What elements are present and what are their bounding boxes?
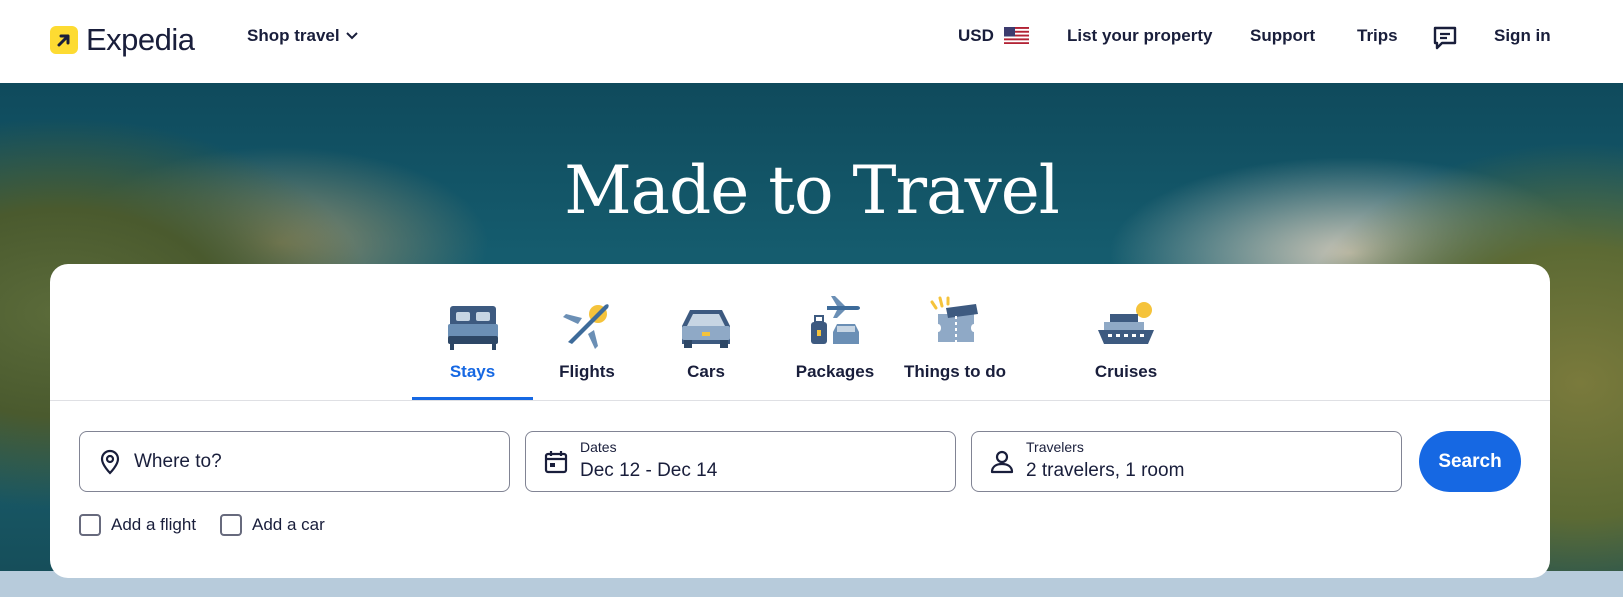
active-tab-indicator <box>412 397 533 400</box>
add-flight-label: Add a flight <box>111 515 197 534</box>
currency-selector[interactable]: USD <box>958 26 1029 46</box>
tab-cars[interactable]: Cars <box>656 286 756 382</box>
dates-value: Dec 12 - Dec 14 <box>580 460 718 481</box>
tab-stays[interactable]: Stays <box>412 286 533 382</box>
travelers-value: 2 travelers, 1 room <box>1026 460 1185 481</box>
tab-label: Cars <box>687 362 725 381</box>
ticket-icon <box>904 286 1004 350</box>
tab-label: Things to do <box>904 362 1006 381</box>
packages-icon <box>770 286 900 350</box>
location-pin-icon <box>100 449 120 475</box>
tab-cruises[interactable]: Cruises <box>1076 286 1176 382</box>
site-header: Expedia Shop travel USD List your proper… <box>0 0 1623 83</box>
calendar-icon <box>544 451 568 474</box>
tab-label: Stays <box>449 362 496 381</box>
tab-label: Flights <box>559 362 615 381</box>
tab-flights[interactable]: Flights <box>537 286 637 382</box>
tab-things-to-do[interactable]: Things to do <box>904 286 1006 382</box>
list-your-property-link[interactable]: List your property <box>1067 26 1212 46</box>
add-flight-checkbox[interactable]: Add a flight <box>79 514 196 536</box>
add-car-label: Add a car <box>252 515 325 534</box>
bed-icon <box>412 286 533 350</box>
messages-button[interactable] <box>1431 24 1459 57</box>
destination-field[interactable]: Where to? <box>79 431 510 492</box>
expedia-logo[interactable]: Expedia <box>50 22 195 58</box>
add-car-checkbox[interactable]: Add a car <box>220 514 325 536</box>
currency-label: USD <box>958 26 994 45</box>
search-button[interactable]: Search <box>1419 431 1521 492</box>
dates-label: Dates <box>580 439 617 455</box>
search-card: Stays Flights Cars Packages Things to do… <box>50 264 1550 578</box>
chevron-down-icon <box>345 32 358 40</box>
airplane-icon <box>537 286 637 350</box>
dates-field[interactable]: Dates Dec 12 - Dec 14 <box>525 431 956 492</box>
sign-in-link[interactable]: Sign in <box>1494 26 1551 46</box>
checkbox-box[interactable] <box>220 514 242 536</box>
logo-text: Expedia <box>86 22 195 57</box>
trips-link[interactable]: Trips <box>1357 26 1398 46</box>
us-flag-icon <box>1003 27 1029 44</box>
cruise-ship-icon <box>1076 286 1176 350</box>
tab-label: Packages <box>795 362 875 381</box>
tab-packages[interactable]: Packages <box>770 286 900 382</box>
person-icon <box>990 450 1014 474</box>
logo-arrow-icon <box>50 26 78 54</box>
checkbox-box[interactable] <box>79 514 101 536</box>
shop-travel-label: Shop travel <box>247 26 340 45</box>
travelers-label: Travelers <box>1026 439 1084 455</box>
shop-travel-menu[interactable]: Shop travel <box>247 26 358 46</box>
tab-label: Cruises <box>1094 362 1158 381</box>
travel-tabs: Stays Flights Cars Packages Things to do… <box>50 264 1550 401</box>
chat-icon <box>1433 26 1457 50</box>
car-icon <box>656 286 756 350</box>
support-link[interactable]: Support <box>1250 26 1315 46</box>
hero-title: Made to Travel <box>564 152 1060 229</box>
travelers-field[interactable]: Travelers 2 travelers, 1 room <box>971 431 1402 492</box>
destination-placeholder: Where to? <box>134 451 222 472</box>
